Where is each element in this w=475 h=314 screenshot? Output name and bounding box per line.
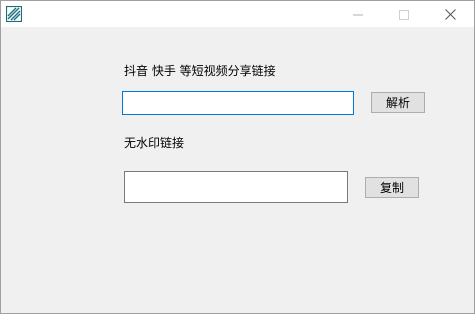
no-watermark-link-label: 无水印链接 [124,136,185,150]
share-link-label: 抖音 快手 等短视频分享链接 [124,64,276,78]
app-logo-icon [5,5,23,23]
maximize-button[interactable] [381,1,427,27]
maximize-icon [399,5,409,24]
title-bar[interactable] [1,1,474,27]
close-icon [444,5,456,24]
minimize-icon [353,5,363,24]
share-link-input[interactable] [122,91,354,115]
parse-button[interactable]: 解析 [371,92,425,113]
no-watermark-link-output[interactable] [124,171,348,203]
close-button[interactable] [427,1,473,27]
app-window: 抖音 快手 等短视频分享链接 解析 无水印链接 复制 [0,0,475,314]
minimize-button[interactable] [335,1,381,27]
copy-button[interactable]: 复制 [365,177,419,198]
